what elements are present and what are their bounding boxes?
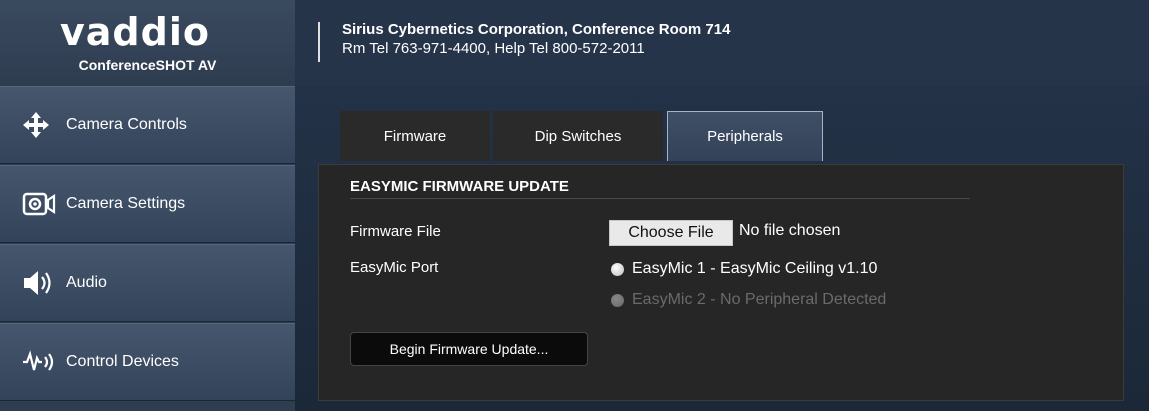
camera-settings-icon (22, 191, 66, 217)
move-arrows-icon (22, 111, 66, 139)
sidebar-item-label: Camera Settings (66, 195, 186, 212)
easymic-1-radio[interactable] (611, 263, 624, 276)
easymic-2-label: EasyMic 2 - No Peripheral Detected (632, 291, 887, 308)
sidebar-item-camera-settings[interactable]: Camera Settings (0, 165, 295, 243)
sidebar-item-label: Audio (66, 274, 107, 291)
file-status-text: No file chosen (739, 222, 841, 239)
tab-firmware[interactable]: Firmware (340, 111, 490, 161)
tab-dip-switches[interactable]: Dip Switches (493, 111, 663, 161)
easymic-2-radio (611, 294, 624, 307)
brand-logo: vaddio ConferenceSHOT AV (0, 0, 295, 87)
room-name: Sirius Cybernetics Corporation, Conferen… (342, 21, 731, 38)
sidebar-item-label: Control Devices (66, 353, 179, 370)
logo-wordmark: vaddio (60, 10, 210, 54)
firmware-file-label: Firmware File (350, 223, 441, 240)
sidebar-item-control-devices[interactable]: Control Devices (0, 323, 295, 401)
header-divider (318, 22, 320, 62)
tab-peripherals[interactable]: Peripherals (667, 111, 823, 161)
sidebar-item-audio[interactable]: Audio (0, 244, 295, 322)
sidebar-item-label: Camera Controls (66, 116, 187, 133)
speaker-icon (22, 269, 66, 297)
product-name: ConferenceSHOT AV (78, 57, 217, 73)
easymic-port-label: EasyMic Port (350, 259, 439, 276)
choose-file-button[interactable]: Choose File (609, 220, 733, 246)
sidebar: vaddio ConferenceSHOT AV Camera Controls… (0, 0, 295, 411)
sidebar-item-camera-controls[interactable]: Camera Controls (0, 86, 295, 164)
control-devices-icon (22, 349, 66, 375)
panel-divider (350, 198, 970, 199)
begin-firmware-update-button[interactable]: Begin Firmware Update... (350, 332, 588, 366)
panel-title: EASYMIC FIRMWARE UPDATE (350, 178, 569, 195)
easymic-1-label: EasyMic 1 - EasyMic Ceiling v1.10 (632, 260, 878, 277)
room-phone-info: Rm Tel 763-971-4400, Help Tel 800-572-20… (342, 40, 645, 57)
